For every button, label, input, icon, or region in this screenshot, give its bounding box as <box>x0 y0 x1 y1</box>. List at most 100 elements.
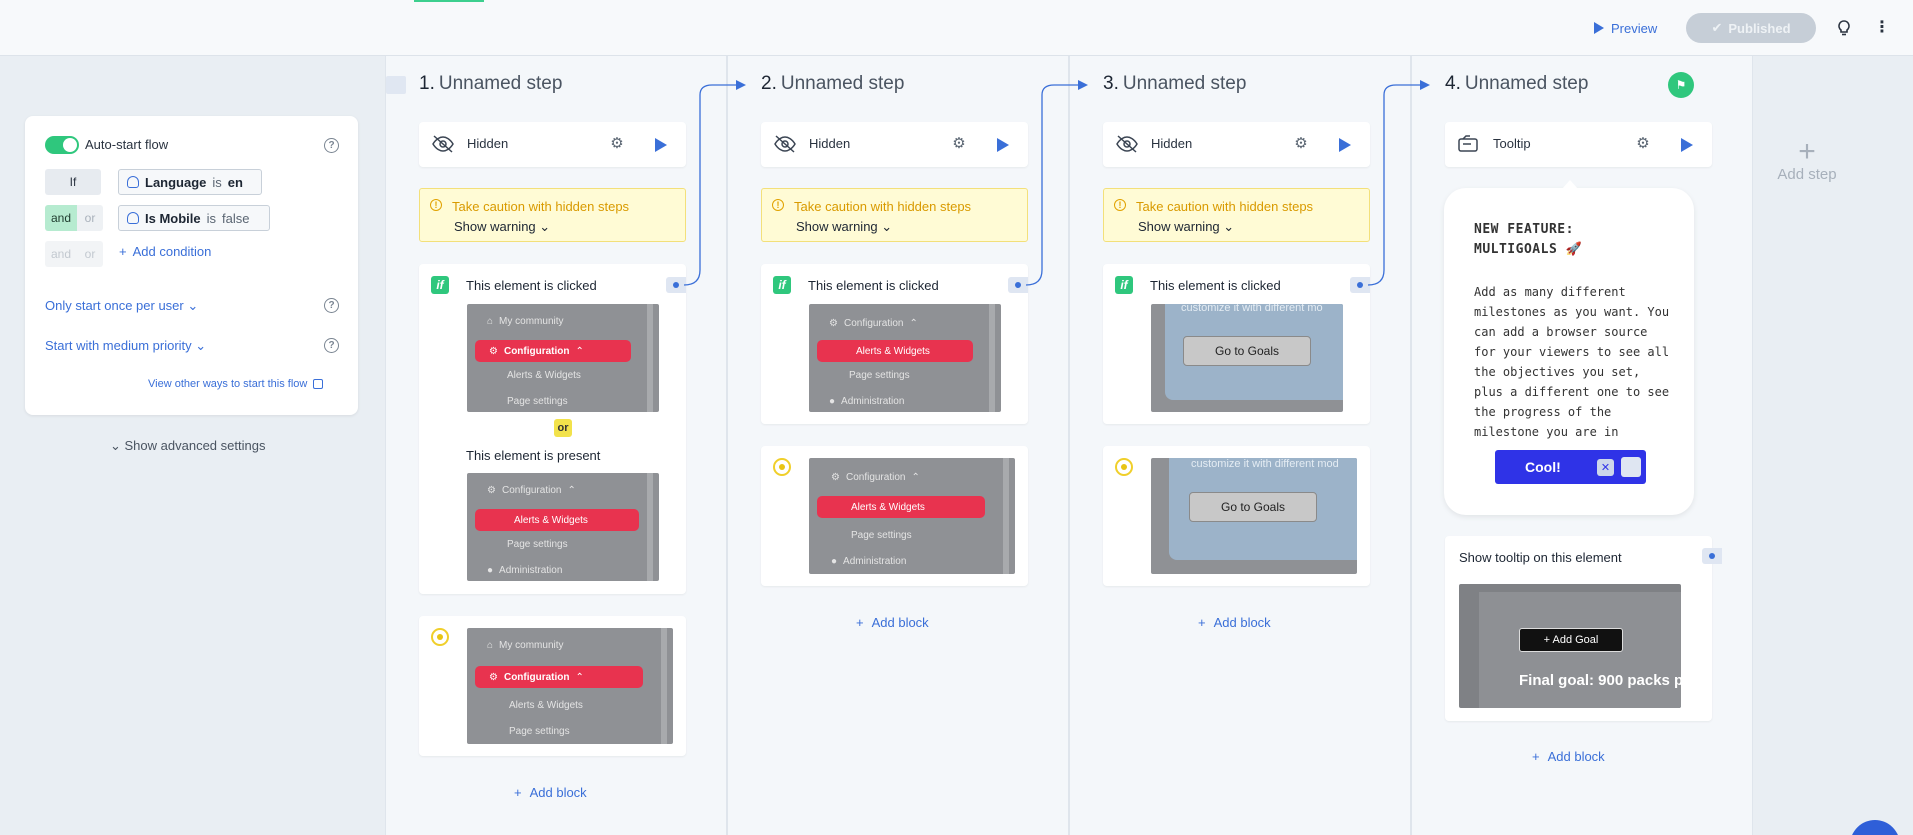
add-block-button[interactable]: + Add block <box>514 785 587 800</box>
condition-language[interactable]: Language is en <box>118 169 262 195</box>
gear-icon[interactable]: ⚙ <box>949 134 969 154</box>
element-thumbnail: ⌂ My community ⚙ Configuration ⌃ Alerts & W… <box>467 628 673 744</box>
play-icon[interactable] <box>1339 138 1351 152</box>
add-step-label: Add step <box>1777 166 1837 183</box>
trigger-block[interactable]: if This element is clicked customize it … <box>1103 264 1370 424</box>
element-thumbnail: customize it with different mo Go to Goa… <box>1151 304 1343 412</box>
add-block-label: Add block <box>529 785 587 800</box>
lightbulb-icon[interactable] <box>1834 18 1854 38</box>
chevron-down-icon: ⌄ <box>1223 219 1235 234</box>
thumb-text: customize it with different mod <box>1191 458 1339 470</box>
add-step-button[interactable]: + Add step <box>1776 137 1838 184</box>
connector-handle[interactable] <box>1702 548 1722 564</box>
and-chip[interactable]: and <box>45 205 77 231</box>
warning-title: Take caution with hidden steps <box>794 199 972 214</box>
show-warning-label: Show warning <box>796 219 878 234</box>
gear-icon[interactable]: ⚙ <box>1633 134 1653 154</box>
warning-title: Take caution with hidden steps <box>452 199 630 214</box>
frequency-dropdown[interactable]: Only start once per user ⌄ <box>45 298 198 314</box>
thumb-text: Alerts & Widgets <box>856 345 930 357</box>
other-ways-link[interactable]: View other ways to start this flow <box>148 378 324 390</box>
thumb-text: Page settings <box>507 539 568 550</box>
show-warning-toggle[interactable]: Show warning ⌄ <box>454 219 550 235</box>
close-icon[interactable]: ✕ <box>1597 459 1614 476</box>
condition-mobile[interactable]: Is Mobile is false <box>118 205 270 231</box>
hidden-element-block[interactable]: ⌂ My community ⚙ Configuration ⌃ Alerts & W… <box>419 616 686 756</box>
thumb-text: Alerts & Widgets <box>507 370 581 381</box>
step-title[interactable]: 1. Unnamed step <box>419 73 562 95</box>
tooltip-target-block[interactable]: Show tooltip on this element + Add Goal … <box>1445 536 1722 721</box>
step-type-label: Hidden <box>467 136 509 151</box>
user-icon: ● <box>487 565 494 576</box>
step-name: Unnamed step <box>780 73 905 94</box>
step-number: 2. <box>761 73 777 94</box>
plus-icon: + <box>856 615 864 630</box>
add-block-button[interactable]: + Add block <box>1198 615 1271 630</box>
home-icon: ⌂ <box>487 640 494 651</box>
button-handle[interactable] <box>1621 457 1641 477</box>
target-icon <box>1115 458 1133 476</box>
play-icon[interactable] <box>655 138 667 152</box>
trigger-block[interactable]: if This element is clicked ⚙ Configuratio… <box>761 264 1028 424</box>
step-handle[interactable] <box>386 76 406 94</box>
more-menu-icon[interactable]: ⋮ <box>1872 18 1892 38</box>
connector-handle[interactable] <box>1350 277 1370 293</box>
element-thumbnail: ⚙ Configuration ⌃ Alerts & Widgets Page se… <box>809 304 1001 412</box>
autostart-toggle[interactable] <box>45 136 79 154</box>
step-title[interactable]: 3. Unnamed step <box>1103 73 1246 95</box>
help-icon[interactable]: ? <box>324 338 339 353</box>
hidden-step-warning: ! Take caution with hidden steps Show wa… <box>419 188 686 242</box>
if-icon: if <box>431 276 449 294</box>
or-chip[interactable]: or <box>77 205 103 231</box>
warning-icon: ! <box>1114 199 1126 211</box>
show-warning-toggle[interactable]: Show warning ⌄ <box>1138 219 1234 235</box>
step-title[interactable]: 4. Unnamed step <box>1445 73 1588 95</box>
hidden-element-block[interactable]: customize it with different mod Go to Go… <box>1103 446 1370 586</box>
hidden-step-warning: ! Take caution with hidden steps Show wa… <box>761 188 1028 242</box>
step-type-box[interactable]: Hidden ⚙ <box>761 122 1028 167</box>
step-column-3: 3. Unnamed step Hidden ⚙ ! Take caution w… <box>1069 56 1411 835</box>
trigger-block[interactable]: if This element is clicked ⌂ My community… <box>419 264 686 594</box>
priority-dropdown[interactable]: Start with medium priority ⌄ <box>45 338 206 354</box>
play-icon[interactable] <box>997 138 1009 152</box>
if-chip: If <box>45 169 101 195</box>
advanced-settings-toggle[interactable]: ⌄ Show advanced settings <box>110 438 265 454</box>
step-name: Unnamed step <box>438 73 563 94</box>
add-condition-button[interactable]: + Add condition <box>119 244 211 259</box>
thumb-text: Configuration <box>845 472 906 483</box>
add-block-button[interactable]: + Add block <box>856 615 929 630</box>
thumb-text: customize it with different mo <box>1181 304 1323 314</box>
chevron-down-icon: ⌄ <box>881 219 893 234</box>
step-type-box[interactable]: Hidden ⚙ <box>1103 122 1370 167</box>
connector-handle[interactable] <box>1008 277 1028 293</box>
preview-button[interactable]: Preview <box>1588 14 1663 42</box>
cool-button[interactable]: Cool! ✕ <box>1495 450 1646 484</box>
user-icon: ● <box>829 396 836 407</box>
play-icon <box>1594 22 1604 34</box>
hidden-element-block[interactable]: ⚙ Configuration ⌃ Alerts & Widgets Page se… <box>761 446 1028 586</box>
published-button[interactable]: ✔ Published <box>1686 13 1816 43</box>
flag-icon[interactable]: ⚑ <box>1668 72 1694 98</box>
add-block-button[interactable]: + Add block <box>1532 749 1605 764</box>
step-type-box[interactable]: Tooltip ⚙ <box>1445 122 1712 167</box>
plus-icon: + <box>1198 615 1206 630</box>
show-warning-toggle[interactable]: Show warning ⌄ <box>796 219 892 235</box>
help-icon[interactable]: ? <box>324 298 339 313</box>
help-icon[interactable]: ? <box>324 138 339 153</box>
step-title[interactable]: 2. Unnamed step <box>761 73 904 95</box>
help-chat-button[interactable] <box>1850 820 1900 835</box>
cond-value: false <box>222 210 250 226</box>
if-icon: if <box>773 276 791 294</box>
cond-op: is <box>212 174 222 190</box>
user-icon <box>127 176 139 188</box>
thumb-text: Page settings <box>851 530 912 541</box>
play-icon[interactable] <box>1681 138 1693 152</box>
show-warning-label: Show warning <box>454 219 536 234</box>
step-type-box[interactable]: Hidden ⚙ <box>419 122 686 167</box>
thumb-button: Go to Goals <box>1189 492 1317 522</box>
gear-icon[interactable]: ⚙ <box>1291 134 1311 154</box>
gear-icon[interactable]: ⚙ <box>607 134 627 154</box>
autostart-label: Auto-start flow <box>85 137 169 152</box>
priority-label: Start with medium priority <box>45 338 192 353</box>
connector-handle[interactable] <box>666 277 686 293</box>
